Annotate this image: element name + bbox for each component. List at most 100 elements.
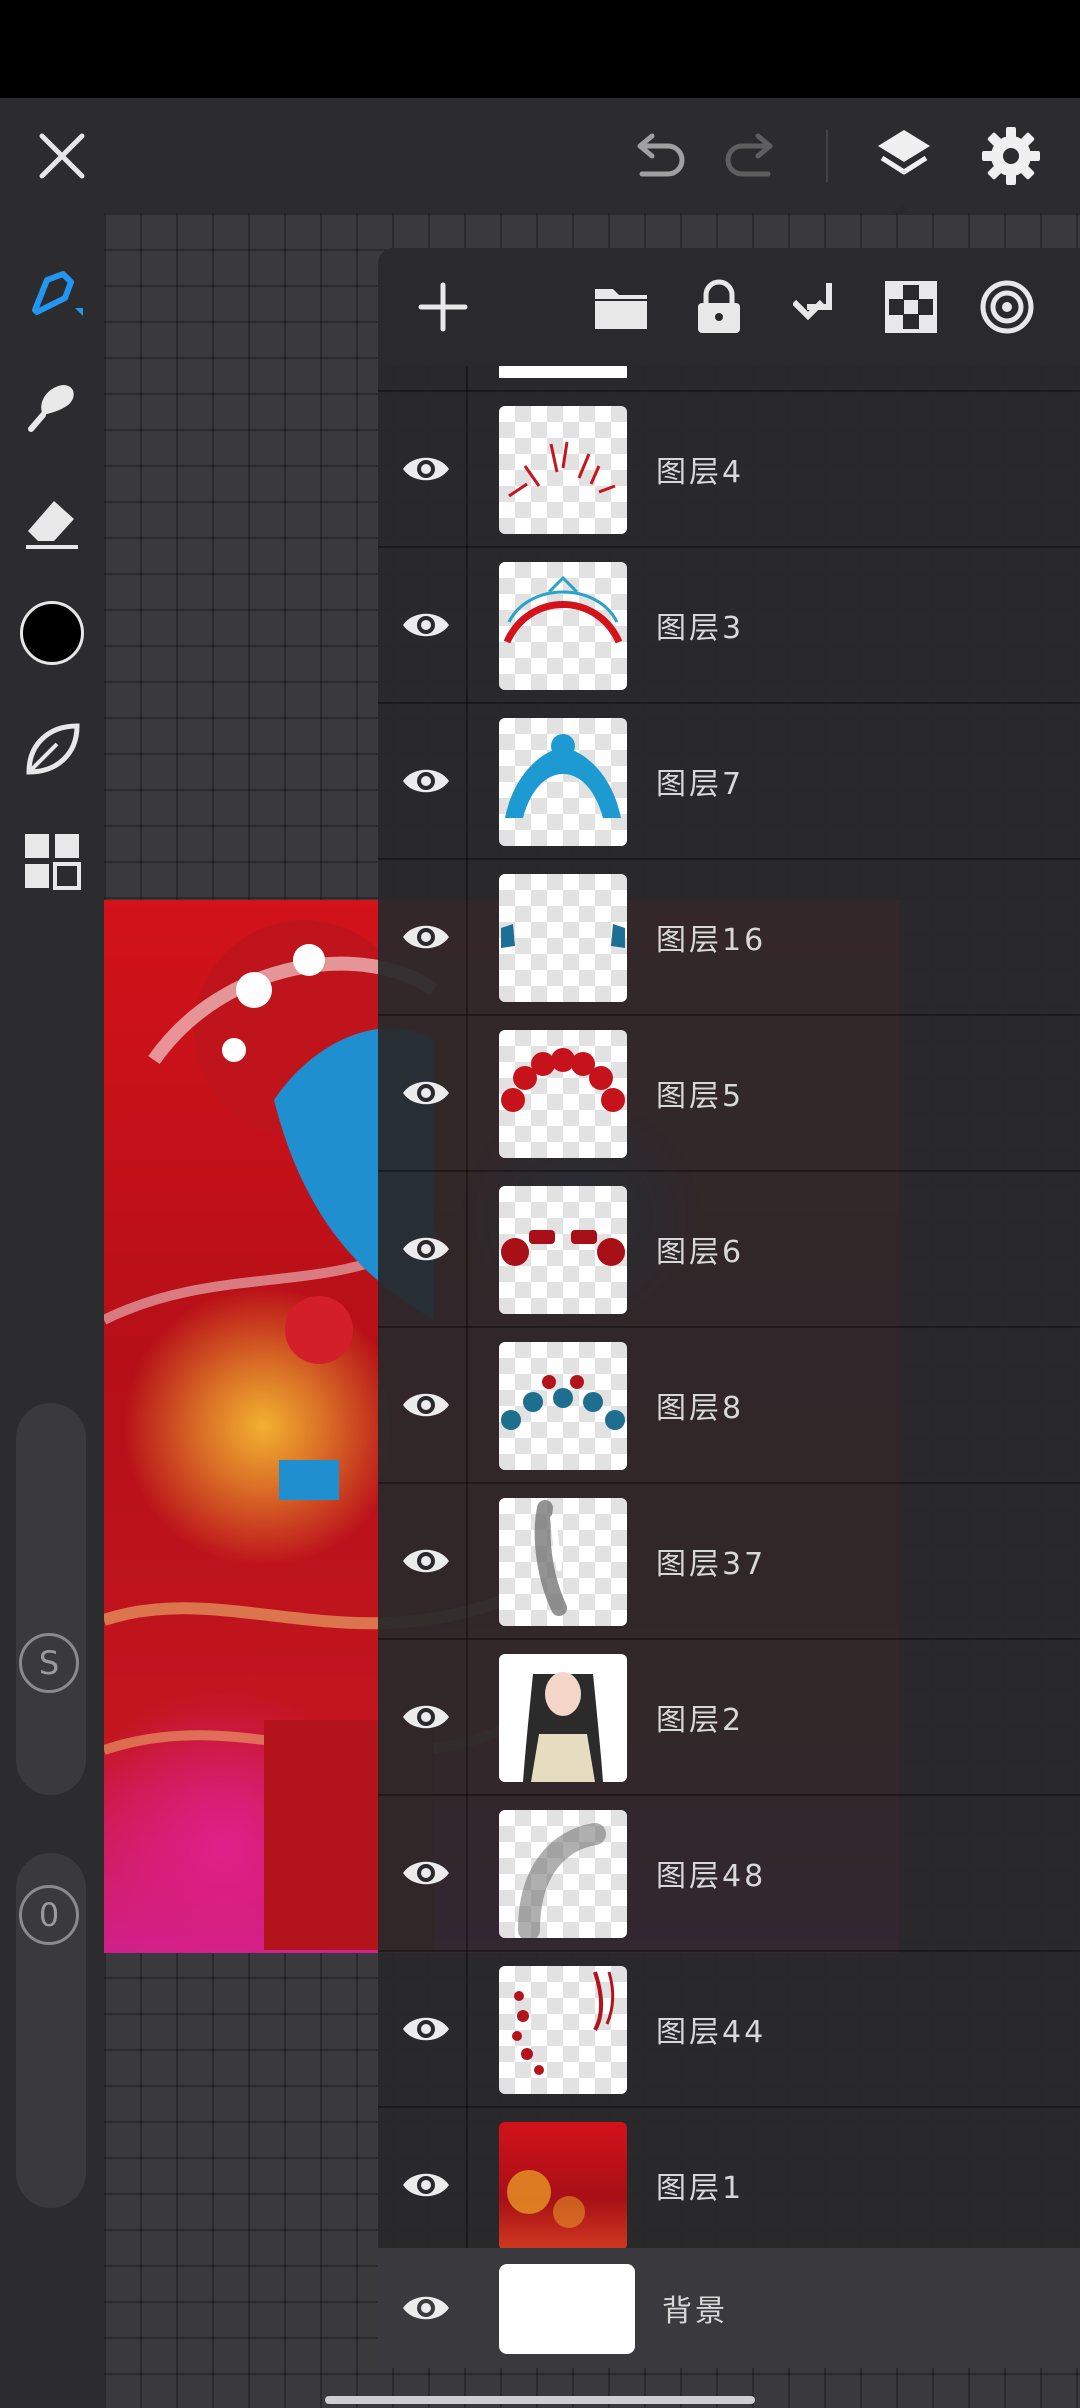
add-layer-button[interactable] [408,272,478,342]
toolbar-divider [826,130,828,182]
eye-icon [403,1237,449,1261]
folder-button[interactable] [586,272,656,342]
left-toolbar: S 0 [0,213,104,2408]
visibility-toggle[interactable] [398,2280,454,2336]
layer-thumbnail [499,1966,627,2094]
transparency-button[interactable] [876,272,946,342]
layer-row[interactable]: 图层37 [378,1484,1080,1640]
target-button[interactable] [972,272,1042,342]
visibility-toggle[interactable] [398,909,454,965]
size-slider[interactable]: S [16,1403,86,1795]
layer-name: 图层44 [656,2015,767,2050]
layer-name: 图层5 [656,1079,745,1114]
layer-row[interactable]: 图层7 [378,704,1080,860]
layer-thumbnail [499,406,627,534]
add-layer-icon [418,282,468,332]
layers-button[interactable] [862,98,946,213]
visibility-toggle[interactable] [398,597,454,653]
layer-row-selected[interactable]: 背景 [378,2248,1080,2368]
redo-button[interactable] [712,98,792,213]
eraser-icon [26,501,78,549]
leaf-tool[interactable] [12,709,92,789]
layer-thumbnail [499,718,627,846]
layer-name: 图层1 [656,2171,745,2206]
layer-row[interactable]: 图层2 [378,1640,1080,1796]
partial-layer-thumb [499,366,627,378]
layer-thumbnail [499,1342,627,1470]
smudge-tool[interactable] [12,366,92,446]
eye-icon [403,925,449,949]
layer-name: 图层16 [656,923,767,958]
opacity-slider[interactable]: 0 [16,1853,86,2208]
eraser-tool[interactable] [12,481,92,561]
eye-icon [403,457,449,481]
layer-thumbnail [499,1498,627,1626]
layer-row[interactable]: 图层8 [378,1328,1080,1484]
layer-thumbnail [499,562,627,690]
visibility-toggle[interactable] [398,1533,454,1589]
close-icon [39,133,85,178]
layer-thumbnail [499,874,627,1002]
layer-name: 背景 [662,2294,728,2329]
layer-row[interactable]: 图层44 [378,1952,1080,2108]
visibility-toggle[interactable] [398,441,454,497]
layer-thumbnail [499,1030,627,1158]
layer-row[interactable]: 图层6 [378,1172,1080,1328]
eye-icon [403,1861,449,1885]
status-bar [0,0,1080,98]
undo-button[interactable] [618,98,698,213]
close-button[interactable] [22,98,102,213]
eye-icon [403,2296,449,2320]
opacity-slider-knob[interactable]: 0 [19,1885,79,1945]
layer-row[interactable]: 图层1 [378,2108,1080,2264]
eye-icon [403,2173,449,2197]
settings-button[interactable] [966,98,1056,213]
brush-icon [32,271,83,316]
layer-thumbnail [499,1186,627,1314]
visibility-toggle[interactable] [398,1221,454,1277]
layer-thumbnail [499,1654,627,1782]
eye-icon [403,1081,449,1105]
lock-button[interactable] [684,272,754,342]
home-indicator [325,2396,755,2404]
merge-down-button[interactable] [781,272,851,342]
visibility-toggle[interactable] [398,753,454,809]
visibility-toggle[interactable] [398,1689,454,1745]
gallery-tool[interactable] [12,821,92,901]
layers-panel: 图层4 图层3 图层7 图层16 图层5 图层6 图层8 图层37 图层2 图层… [378,248,1080,2368]
layer-row[interactable]: 图层4 [378,392,1080,548]
layer-row[interactable]: 图层5 [378,1016,1080,1172]
smudge-icon [28,385,74,432]
brush-tool[interactable] [12,253,92,333]
layer-row[interactable]: 图层3 [378,548,1080,704]
lock-icon [698,279,740,333]
layer-name: 图层2 [656,1703,745,1738]
visibility-toggle[interactable] [398,2001,454,2057]
eye-icon [403,2017,449,2041]
visibility-toggle[interactable] [398,1377,454,1433]
layer-name: 图层6 [656,1235,745,1270]
color-swatch [20,601,84,665]
leaf-icon [26,723,80,775]
layer-name: 图层48 [656,1859,767,1894]
redo-icon [725,133,773,176]
visibility-toggle[interactable] [398,1065,454,1121]
visibility-toggle[interactable] [398,2157,454,2213]
visibility-toggle[interactable] [398,1845,454,1901]
top-toolbar [0,98,1080,217]
layers-panel-toolbar [378,248,1080,366]
layer-name: 图层4 [656,455,745,490]
size-slider-knob[interactable]: S [19,1633,79,1693]
undo-icon [637,133,685,176]
layer-row[interactable]: 图层48 [378,1796,1080,1952]
layer-thumbnail [499,1810,627,1938]
layer-name: 图层8 [656,1391,745,1426]
gear-icon [982,126,1040,185]
eye-icon [403,1549,449,1573]
layer-thumbnail [499,2264,635,2354]
transparency-icon [885,281,937,333]
layer-row[interactable]: 图层16 [378,860,1080,1016]
color-picker[interactable] [12,593,92,673]
gallery-icon [25,834,81,890]
eye-icon [403,1705,449,1729]
